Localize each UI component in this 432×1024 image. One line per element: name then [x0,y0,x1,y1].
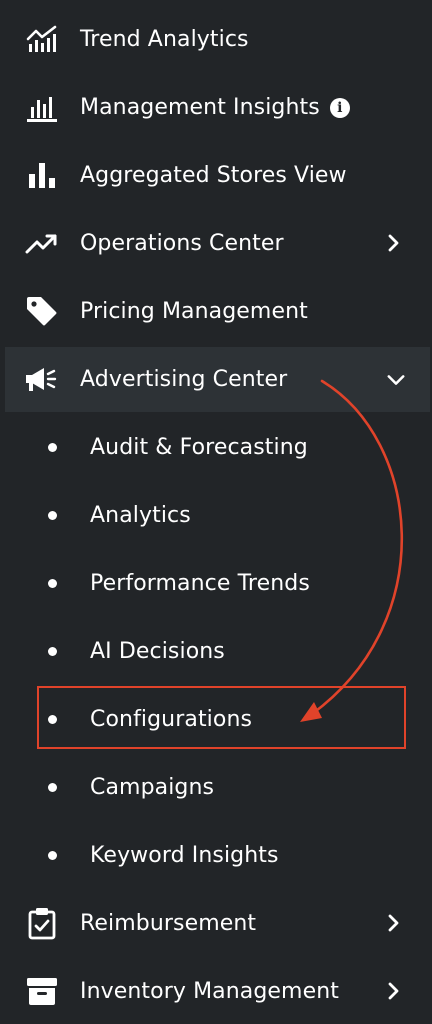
menu-item-reimbursement[interactable]: Reimbursement [0,892,432,954]
stores-bar-icon [24,158,60,192]
bullet [48,510,57,520]
tag-icon [24,294,60,328]
chevron-down-icon[interactable] [387,371,405,389]
menu-item-label: Management Insights i [80,95,350,120]
submenu-item-label: Configurations [90,706,253,732]
submenu-item-configurations[interactable]: Configurations [0,688,432,750]
menu-item-label: Aggregated Stores View [80,162,347,188]
submenu-item-keyword-insights[interactable]: Keyword Insights [0,824,432,886]
menu-item-label: Operations Center [80,230,284,256]
bullet [48,578,57,588]
submenu-item-ai-decisions[interactable]: AI Decisions [0,620,432,682]
menu-item-label: Advertising Center [80,367,288,392]
megaphone-icon [24,363,60,397]
submenu-item-label: Keyword Insights [90,842,279,868]
submenu-item-label: Campaigns [90,774,215,800]
archive-box-icon [24,974,60,1008]
bullet [48,850,57,860]
submenu-item-label: Analytics [90,502,191,528]
bullet [48,442,57,452]
menu-item-trend-analytics[interactable]: Trend Analytics [0,8,432,70]
menu-item-label: Inventory Management [80,978,339,1004]
submenu-item-performance-trends[interactable]: Performance Trends [0,552,432,614]
submenu-item-audit-forecasting[interactable]: Audit & Forecasting [0,416,432,478]
menu-item-management-insights[interactable]: Management Insights i [0,76,432,138]
clipboard-check-icon [24,906,60,940]
trend-chart-icon [24,22,60,56]
submenu-item-campaigns[interactable]: Campaigns [0,756,432,818]
submenu-item-label: AI Decisions [90,638,225,664]
info-icon[interactable]: i [329,97,350,118]
bar-chart-icon [24,90,60,124]
submenu-item-label: Performance Trends [90,570,310,596]
bullet [48,646,57,656]
bullet [48,714,57,724]
submenu-item-label: Audit & Forecasting [90,434,308,460]
submenu-item-analytics[interactable]: Analytics [0,484,432,546]
menu-item-label: Trend Analytics [80,26,249,52]
menu-item-aggregated-stores-view[interactable]: Aggregated Stores View [0,144,432,206]
menu-item-inventory-management[interactable]: Inventory Management [0,960,432,1022]
menu-item-label: Reimbursement [80,910,257,936]
bullet [48,782,57,792]
menu-item-advertising-center[interactable]: Advertising Center [5,347,430,412]
menu-item-pricing-management[interactable]: Pricing Management [0,280,432,342]
chevron-right-icon[interactable] [384,234,402,252]
chevron-right-icon[interactable] [384,982,402,1000]
menu-item-operations-center[interactable]: Operations Center [0,212,432,274]
chevron-right-icon[interactable] [384,914,402,932]
menu-item-label: Pricing Management [80,298,308,324]
sidebar-menu: Trend Analytics Management Insights i Agg… [0,0,432,1024]
trending-up-icon [24,226,60,260]
